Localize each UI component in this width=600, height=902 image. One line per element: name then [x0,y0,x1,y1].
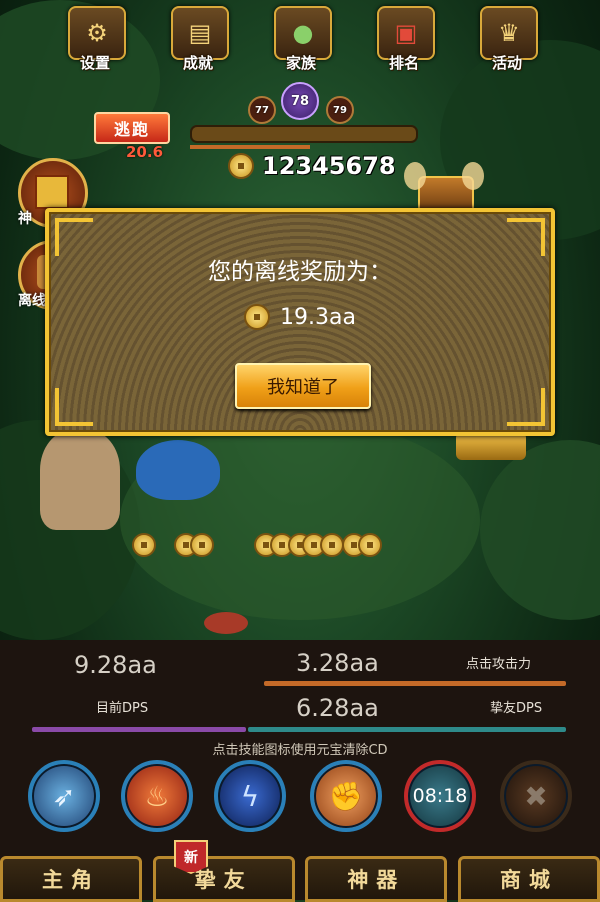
foliage [480,440,600,620]
family-button[interactable]: ● 家族 [270,4,332,74]
dropped-coins[interactable] [130,533,390,557]
level-current-badge: 78 [281,82,319,120]
boss-timer-bar [190,145,310,149]
family-label: 家族 [285,54,316,72]
bottom-tabs: 主角 挚友 神器 商城 [0,856,600,902]
friend-dps-label: 挚友DPS [490,701,543,716]
skill-locked-button[interactable]: ✖ [500,760,572,832]
tab-hero[interactable]: 主角 [0,856,142,902]
skill-fire-button[interactable]: ♨ [121,760,193,832]
reward-row: 19.3aa [49,304,551,330]
coin-icon[interactable] [132,533,156,557]
wing-icon [462,162,484,190]
tab-artifacts[interactable]: 神器 [305,856,448,902]
gold-total: 12345678 [262,152,396,180]
skill-cooldown-timer: 08:18 [412,785,468,807]
treasure-chest[interactable] [404,162,484,214]
gold-pile [456,432,526,460]
flee-timer: 20.6 [126,143,164,161]
dps-value: 9.28aa [74,651,157,679]
blade-skill-icon: ➶ [52,779,76,813]
coin-icon [244,304,271,330]
dialog-corner [507,388,545,426]
coin-icon[interactable] [320,533,344,557]
settings-button[interactable]: ⚙ 设置 [64,4,126,74]
ranking-button[interactable]: ▣ 排名 [373,4,435,74]
reward-amount: 19.3aa [280,304,356,330]
settings-label: 设置 [79,54,110,72]
friend-dps-bar [248,727,566,732]
coin-icon [228,153,254,179]
lightning-warrior-skill-icon: ϟ [240,779,260,813]
confirm-button[interactable]: 我知道了 [235,363,371,409]
gold-counter: 12345678 [228,152,396,180]
dialog-corner [55,218,93,256]
events-label: 活动 [491,54,522,72]
friend-character[interactable] [136,440,220,500]
skill-lightning-button[interactable]: ϟ [214,760,286,832]
dialog-corner [55,388,93,426]
events-button[interactable]: ♛ 活动 [476,4,538,74]
level-prev-badge: 77 [248,96,276,124]
locked-skill-icon: ✖ [524,779,548,813]
coin-icon[interactable] [358,533,382,557]
tap-damage-bar [264,681,566,686]
gift-label: 神 [18,211,32,227]
coin-icon[interactable] [190,533,214,557]
skill-blade-button[interactable]: ➶ [28,760,100,832]
dialog-title: 您的离线奖励为： [208,259,392,285]
achievements-label: 成就 [182,54,213,72]
tab-friends[interactable]: 挚友 [152,856,295,902]
top-menu: ⚙ 设置 ▤ 成就 ● 家族 ▣ 排名 ♛ 活动 [64,4,538,74]
offline-reward-dialog: 您的离线奖励为： 19.3aa 我知道了 [45,208,555,436]
bowl-item [204,612,248,634]
achievements-button[interactable]: ▤ 成就 [167,4,229,74]
gift-icon [35,175,69,209]
wing-icon [404,162,426,190]
skill-cooldown-button[interactable]: 08:18 [404,760,476,832]
fire-warrior-skill-icon: ♨ [144,779,170,813]
dps-label: 目前DPS [96,701,149,716]
skill-hint: 点击技能图标使用元宝清除CD [212,743,388,758]
skill-fist-button[interactable]: ✊ [310,760,382,832]
flee-button[interactable]: 逃跑 [94,112,170,144]
offline-label: 离线 [18,293,46,309]
ranking-label: 排名 [388,54,419,72]
boss-hp-bar [190,125,418,143]
tab-shop[interactable]: 商城 [457,856,600,902]
hero-character[interactable] [40,430,120,530]
friend-dps-value: 6.28aa [296,694,379,722]
fist-skill-icon: ✊ [328,779,364,813]
tap-damage-label: 点击攻击力 [466,657,532,672]
dialog-corner [507,218,545,256]
level-next-badge: 79 [326,96,354,124]
dps-bar [32,727,246,732]
tap-damage-value: 3.28aa [296,649,379,677]
